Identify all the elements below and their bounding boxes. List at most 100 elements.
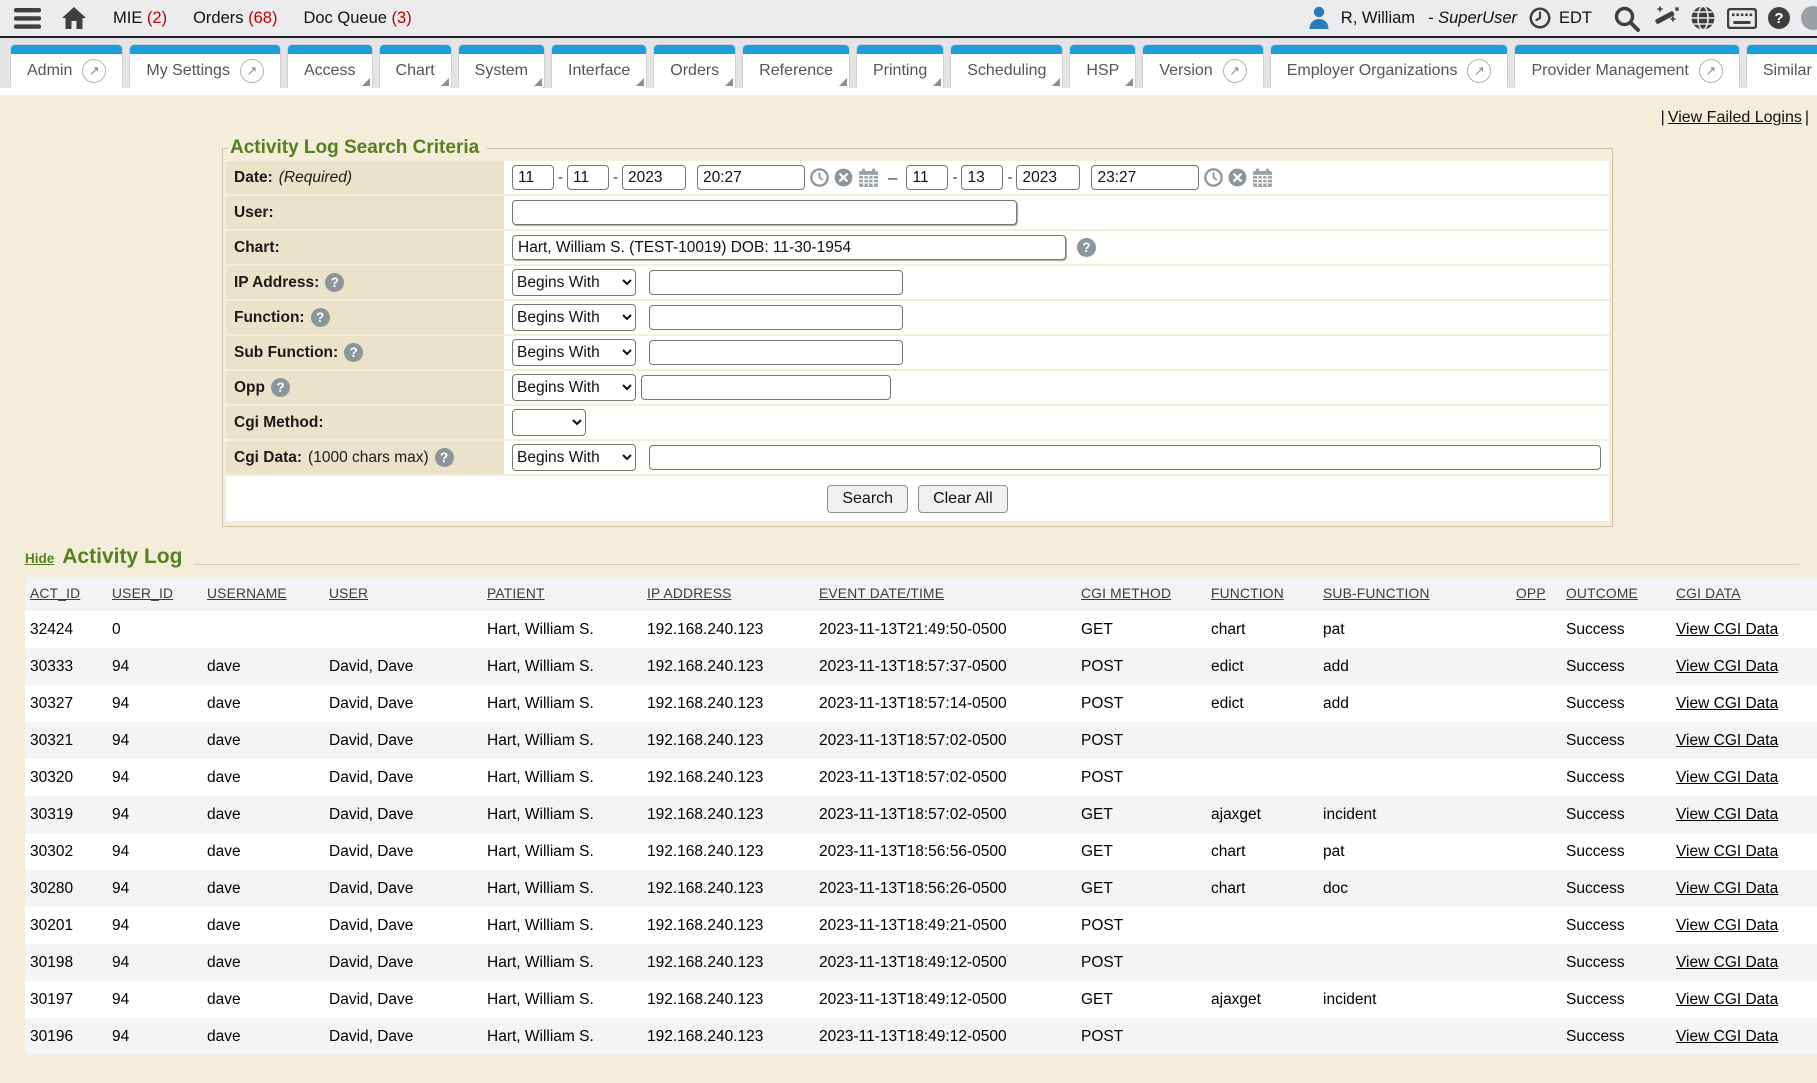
cgi-data-operator-select[interactable]: Begins With bbox=[512, 444, 636, 471]
view-cgi-data-link[interactable]: View CGI Data bbox=[1676, 917, 1778, 934]
sub-function-help-icon[interactable]: ? bbox=[344, 343, 363, 362]
tab-interface[interactable]: Interface bbox=[551, 44, 647, 88]
tab-orders[interactable]: Orders bbox=[653, 44, 736, 88]
function-operator-select[interactable]: Begins With bbox=[512, 304, 636, 331]
ip-help-icon[interactable]: ? bbox=[325, 273, 344, 292]
search-icon[interactable] bbox=[1613, 5, 1640, 32]
tab-employer-organizations[interactable]: Employer Organizations↗ bbox=[1270, 44, 1509, 88]
tab-chart[interactable]: Chart bbox=[379, 44, 452, 88]
search-button[interactable]: Search bbox=[827, 485, 908, 513]
tab-label: Version bbox=[1159, 62, 1212, 80]
help-icon[interactable]: ? bbox=[1768, 7, 1790, 29]
hamburger-menu-icon[interactable] bbox=[14, 8, 41, 29]
date-to-day-input[interactable] bbox=[961, 165, 1003, 190]
ip-operator-select[interactable]: Begins With bbox=[512, 269, 636, 296]
chart-input[interactable] bbox=[512, 235, 1066, 260]
hide-link[interactable]: Hide bbox=[25, 551, 54, 566]
view-cgi-data-link[interactable]: View CGI Data bbox=[1676, 769, 1778, 786]
table-cell-act-id: 30327 bbox=[25, 685, 107, 722]
ip-address-input[interactable] bbox=[649, 270, 903, 295]
clock-icon[interactable] bbox=[1528, 6, 1552, 30]
column-sort-link-username[interactable]: USERNAME bbox=[207, 586, 287, 601]
clear-all-button[interactable]: Clear All bbox=[918, 485, 1008, 513]
column-sort-link-ip-address[interactable]: IP ADDRESS bbox=[647, 586, 732, 601]
table-cell-function bbox=[1206, 722, 1318, 759]
view-cgi-data-link[interactable]: View CGI Data bbox=[1676, 880, 1778, 897]
date-from-day-input[interactable] bbox=[567, 165, 609, 190]
tab-system[interactable]: System bbox=[458, 44, 545, 88]
cgi-data-input[interactable] bbox=[649, 445, 1601, 470]
function-input[interactable] bbox=[649, 305, 903, 330]
globe-icon[interactable] bbox=[1690, 5, 1716, 31]
table-cell-patient: Hart, William S. bbox=[482, 907, 642, 944]
column-header-event-datetime: EVENT DATE/TIME bbox=[814, 577, 1076, 611]
date-to-month-input[interactable] bbox=[906, 165, 948, 190]
tab-admin[interactable]: Admin↗ bbox=[10, 44, 123, 88]
chart-help-icon[interactable]: ? bbox=[1077, 238, 1096, 257]
date-from-year-input[interactable] bbox=[622, 165, 686, 190]
column-sort-link-user-id[interactable]: USER_ID bbox=[112, 586, 173, 601]
topbar-menu-item-doc-queue[interactable]: Doc Queue (3) bbox=[303, 9, 411, 28]
topbar-menu-item-mie[interactable]: MIE (2) bbox=[113, 9, 167, 28]
view-cgi-data-link[interactable]: View CGI Data bbox=[1676, 658, 1778, 675]
tab-hsp[interactable]: HSP bbox=[1069, 44, 1136, 88]
opp-help-icon[interactable]: ? bbox=[271, 378, 290, 397]
column-sort-link-opp[interactable]: OPP bbox=[1516, 586, 1546, 601]
table-cell-cgi-method: POST bbox=[1076, 759, 1206, 796]
column-sort-link-cgi-method[interactable]: CGI METHOD bbox=[1081, 586, 1171, 601]
column-sort-link-act-id[interactable]: ACT_ID bbox=[30, 586, 80, 601]
column-sort-link-sub-function[interactable]: SUB-FUNCTION bbox=[1323, 586, 1430, 601]
time-picker-icon[interactable] bbox=[810, 168, 829, 187]
table-cell-ip-address: 192.168.240.123 bbox=[642, 611, 814, 648]
view-cgi-data-link[interactable]: View CGI Data bbox=[1676, 806, 1778, 823]
sub-function-input[interactable] bbox=[649, 340, 903, 365]
calendar-icon[interactable] bbox=[858, 168, 879, 188]
user-input[interactable] bbox=[512, 200, 1017, 225]
topbar-menu-item-orders[interactable]: Orders (68) bbox=[193, 9, 277, 28]
time-picker-icon[interactable] bbox=[1204, 168, 1223, 187]
function-help-icon[interactable]: ? bbox=[311, 308, 330, 327]
view-failed-logins-link[interactable]: View Failed Logins bbox=[1668, 109, 1802, 126]
cgi-data-help-icon[interactable]: ? bbox=[435, 448, 454, 467]
calendar-icon[interactable] bbox=[1252, 168, 1273, 188]
view-cgi-data-link[interactable]: View CGI Data bbox=[1676, 695, 1778, 712]
tab-printing[interactable]: Printing bbox=[856, 44, 944, 88]
tab-provider-management[interactable]: Provider Management↗ bbox=[1514, 44, 1739, 88]
table-cell-user-id: 94 bbox=[107, 722, 202, 759]
sub-function-operator-select[interactable]: Begins With bbox=[512, 339, 636, 366]
column-sort-link-cgi-data[interactable]: CGI DATA bbox=[1676, 586, 1741, 601]
user-name[interactable]: R, William bbox=[1341, 9, 1415, 28]
tab-similar-exposure[interactable]: Similar Exposure bbox=[1746, 44, 1817, 88]
table-cell-opp bbox=[1511, 870, 1561, 907]
cgi-method-select[interactable] bbox=[512, 409, 586, 436]
view-cgi-data-link[interactable]: View CGI Data bbox=[1676, 732, 1778, 749]
column-sort-link-outcome[interactable]: OUTCOME bbox=[1566, 586, 1638, 601]
date-to-time-input[interactable] bbox=[1091, 165, 1199, 190]
wand-icon[interactable] bbox=[1651, 5, 1679, 32]
tab-version[interactable]: Version↗ bbox=[1142, 44, 1263, 88]
tab-scheduling[interactable]: Scheduling bbox=[950, 44, 1063, 88]
tab-reference[interactable]: Reference bbox=[742, 44, 850, 88]
view-cgi-data-link[interactable]: View CGI Data bbox=[1676, 954, 1778, 971]
column-sort-link-user[interactable]: USER bbox=[329, 586, 368, 601]
avatar-placeholder-icon[interactable] bbox=[1801, 6, 1817, 30]
column-sort-link-event-datetime[interactable]: EVENT DATE/TIME bbox=[819, 586, 944, 601]
clear-date-icon[interactable] bbox=[834, 168, 853, 187]
opp-operator-select[interactable]: Begins With bbox=[512, 374, 636, 401]
date-from-time-input[interactable] bbox=[697, 165, 805, 190]
clear-date-icon[interactable] bbox=[1228, 168, 1247, 187]
column-sort-link-patient[interactable]: PATIENT bbox=[487, 586, 545, 601]
keyboard-icon[interactable] bbox=[1727, 8, 1757, 29]
date-to-year-input[interactable] bbox=[1016, 165, 1080, 190]
view-cgi-data-link[interactable]: View CGI Data bbox=[1676, 1028, 1778, 1045]
view-cgi-data-link[interactable]: View CGI Data bbox=[1676, 621, 1778, 638]
tab-my-settings[interactable]: My Settings↗ bbox=[129, 44, 281, 88]
view-cgi-data-link[interactable]: View CGI Data bbox=[1676, 843, 1778, 860]
home-icon[interactable] bbox=[61, 6, 87, 30]
tab-access[interactable]: Access bbox=[287, 44, 373, 88]
column-sort-link-function[interactable]: FUNCTION bbox=[1211, 586, 1284, 601]
hyphen: - bbox=[558, 169, 563, 186]
opp-input[interactable] bbox=[641, 375, 891, 400]
view-cgi-data-link[interactable]: View CGI Data bbox=[1676, 991, 1778, 1008]
date-from-month-input[interactable] bbox=[512, 165, 554, 190]
